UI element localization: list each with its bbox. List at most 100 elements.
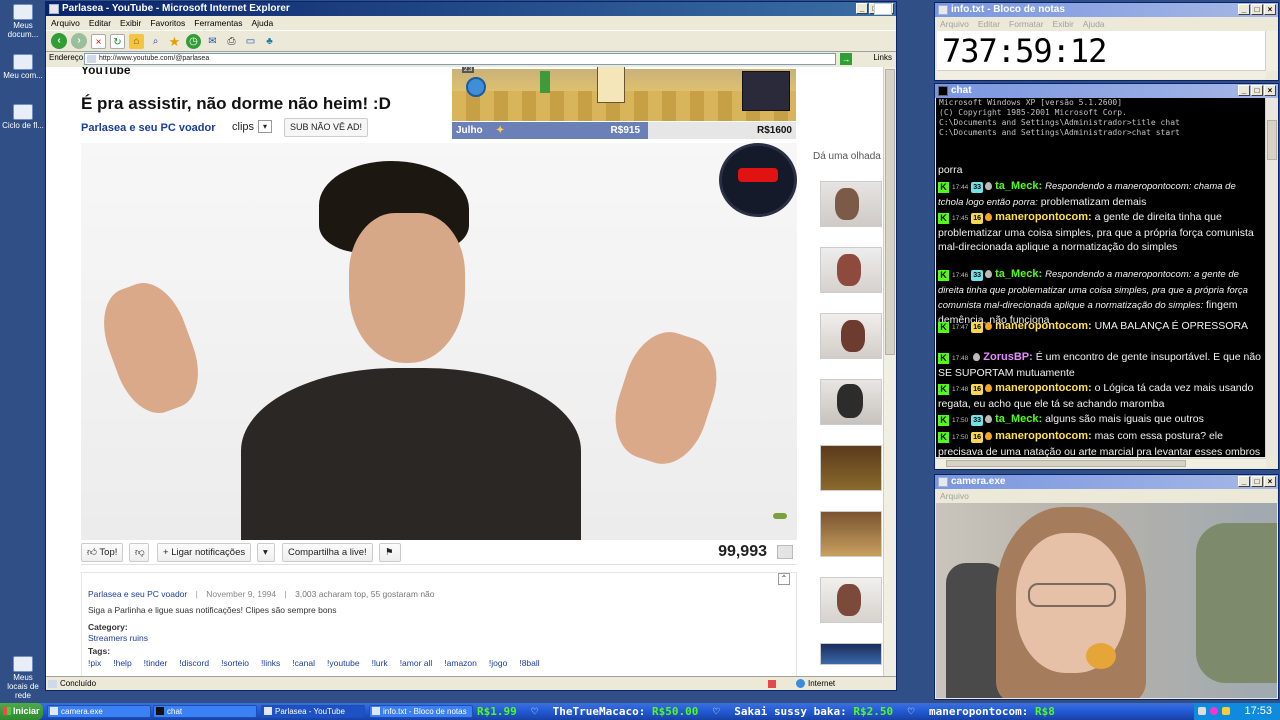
favorites-star-icon[interactable]: ★ <box>167 34 182 49</box>
scroll-thumb[interactable] <box>946 460 1186 467</box>
notepad-text-area[interactable]: 737:59:12 <box>937 31 1266 71</box>
notepad-hscrollbar[interactable] <box>937 70 1266 79</box>
refresh-icon[interactable]: ↻ <box>110 33 125 49</box>
chat-username[interactable]: ta_Meck: <box>995 413 1042 425</box>
minimize-button[interactable]: _ <box>1238 476 1250 487</box>
menu-favoritos[interactable]: Favoritos <box>150 16 185 30</box>
ie-titlebar[interactable]: Parlasea - YouTube - Microsoft Internet … <box>46 2 896 16</box>
close-button[interactable]: × <box>1264 85 1276 96</box>
chat-titlebar[interactable]: chat _ □ × <box>935 84 1278 98</box>
forward-icon[interactable]: › <box>71 33 87 49</box>
stats-icon[interactable] <box>777 545 793 559</box>
related-thumbnail[interactable] <box>820 181 882 227</box>
ie-vertical-scrollbar[interactable] <box>883 67 896 676</box>
clock[interactable]: 17:53 <box>1244 705 1272 717</box>
minimize-button[interactable]: _ <box>856 3 868 14</box>
desktop-icon-my-computer[interactable]: Meu com... <box>2 54 44 80</box>
history-icon[interactable]: ◷ <box>186 33 201 49</box>
notepad-titlebar[interactable]: info.txt - Bloco de notas _ □ × <box>935 3 1278 17</box>
video-player[interactable] <box>81 143 797 540</box>
back-icon[interactable]: ‹ <box>51 33 67 49</box>
print-icon[interactable]: ⎙ <box>224 34 239 49</box>
related-thumbnail[interactable] <box>820 643 882 665</box>
tag-link[interactable]: !links <box>261 658 280 668</box>
menu-arquivo[interactable]: Arquivo <box>940 17 969 31</box>
desktop-icon-my-documents[interactable]: Meus docum... <box>2 4 44 39</box>
minimize-button[interactable]: _ <box>1238 4 1250 15</box>
camera-titlebar[interactable]: camera.exe _ □ × <box>935 475 1278 489</box>
tag-link[interactable]: !lurk <box>372 658 388 668</box>
chat-username[interactable]: ta_Meck: <box>995 180 1042 192</box>
chat-username[interactable]: ZorusBP: <box>983 351 1033 363</box>
go-arrow-icon[interactable]: → <box>840 53 852 65</box>
menu-ajuda[interactable]: Ajuda <box>1083 17 1105 31</box>
tag-link[interactable]: !tinder <box>144 658 168 668</box>
related-thumbnail[interactable] <box>820 379 882 425</box>
menu-ferramentas[interactable]: Ferramentas <box>194 16 242 30</box>
related-thumbnail[interactable] <box>820 577 882 623</box>
scroll-thumb[interactable] <box>885 69 895 355</box>
tag-link[interactable]: !discord <box>179 658 209 668</box>
menu-exibir[interactable]: Exibir <box>120 16 141 30</box>
links-label[interactable]: Links <box>873 53 892 62</box>
address-input[interactable]: http://www.youtube.com/@parlasea <box>84 53 836 65</box>
chat-hscrollbar[interactable] <box>936 458 1266 468</box>
volume-icon[interactable] <box>1222 707 1230 715</box>
close-button[interactable]: × <box>1264 476 1276 487</box>
scroll-thumb[interactable] <box>1267 120 1277 160</box>
chat-username[interactable]: maneropontocom: <box>995 430 1092 442</box>
menu-editar[interactable]: Editar <box>978 17 1000 31</box>
like-button[interactable]: 👍︎ Top! <box>81 543 124 562</box>
related-thumbnail[interactable] <box>820 247 882 293</box>
tag-link[interactable]: !jogo <box>489 658 507 668</box>
close-button[interactable]: × <box>1264 4 1276 15</box>
desktop-icon-network-places[interactable]: Meus locais de rede <box>2 656 44 700</box>
task-chat[interactable]: chat <box>153 705 257 718</box>
network-tray-icon[interactable] <box>1198 707 1206 715</box>
mail-icon[interactable]: ✉ <box>205 34 220 49</box>
chat-username[interactable]: maneropontocom: <box>995 382 1092 394</box>
channel-link[interactable]: Parlasea e seu PC voador <box>81 122 216 134</box>
notify-dropdown[interactable]: ▾ <box>257 543 275 562</box>
description-channel[interactable]: Parlasea e seu PC voador <box>88 589 187 599</box>
related-thumbnail[interactable] <box>820 511 882 557</box>
category-link[interactable]: Streamers ruins <box>88 633 148 643</box>
search-icon[interactable]: ⌕ <box>148 34 163 49</box>
maximize-button[interactable]: □ <box>1251 476 1263 487</box>
start-button[interactable]: Iniciar <box>0 703 43 720</box>
tag-link[interactable]: !help <box>113 658 131 668</box>
tag-link[interactable]: !pix <box>88 658 101 668</box>
menu-arquivo[interactable]: Arquivo <box>51 16 80 30</box>
notepad-scrollbar[interactable] <box>1265 31 1278 71</box>
related-thumbnail[interactable] <box>820 445 882 491</box>
tag-link[interactable]: !amazon <box>444 658 477 668</box>
menu-editar[interactable]: Editar <box>89 16 111 30</box>
flag-button[interactable]: ⚑ <box>379 543 401 562</box>
desktop-icon-cycle[interactable]: Ciclo de fl... <box>2 104 44 130</box>
tag-link[interactable]: !canal <box>292 658 315 668</box>
chat-username[interactable]: ta_Meck: <box>995 268 1042 280</box>
tag-link[interactable]: !sorteio <box>221 658 249 668</box>
maximize-button[interactable]: □ <box>1251 85 1263 96</box>
subscribe-button[interactable]: SUB NÃO VÊ AD! <box>284 118 369 137</box>
youtube-logo[interactable]: YouTube <box>81 67 163 77</box>
app-tray-icon[interactable] <box>1210 707 1218 715</box>
minimize-button[interactable]: _ <box>1238 85 1250 96</box>
dislike-button[interactable]: 👎︎ <box>129 543 149 562</box>
tag-link[interactable]: !8ball <box>519 658 539 668</box>
task-camera[interactable]: camera.exe <box>47 705 151 718</box>
chat-username[interactable]: maneropontocom: <box>995 211 1092 223</box>
home-icon[interactable]: ⌂ <box>129 33 144 49</box>
stop-icon[interactable]: × <box>91 33 106 49</box>
messenger-icon[interactable]: ♣ <box>262 34 277 49</box>
menu-exibir[interactable]: Exibir <box>1053 17 1074 31</box>
chat-scrollbar[interactable] <box>1265 98 1278 457</box>
notify-button[interactable]: + Ligar notificações <box>157 543 252 562</box>
menu-formatar[interactable]: Formatar <box>1009 17 1043 31</box>
share-button[interactable]: Compartilha a live! <box>282 543 373 562</box>
collapse-icon[interactable]: ⌃ <box>778 573 790 585</box>
task-notepad[interactable]: info.txt - Bloco de notas <box>369 705 473 718</box>
maximize-button[interactable]: □ <box>1251 4 1263 15</box>
task-ie[interactable]: Parlasea - YouTube <box>261 705 365 718</box>
related-thumbnail[interactable] <box>820 313 882 359</box>
